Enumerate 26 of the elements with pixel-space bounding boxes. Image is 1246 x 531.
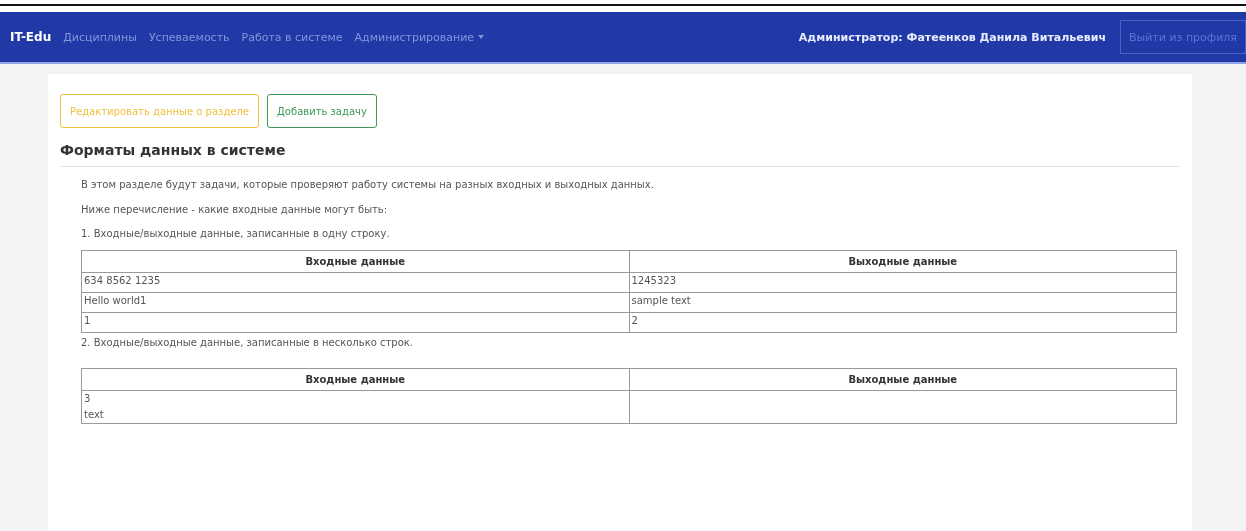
- table-cell: Hello world1: [81, 292, 629, 313]
- edit-section-button[interactable]: Редактировать данные о разделе: [60, 94, 260, 128]
- section-title: Форматы данных в системе: [60, 142, 1180, 167]
- example-caption: 2. Входные/выходные данные, записанные в несколько строк.: [81, 337, 414, 348]
- table-cell: 2: [629, 312, 1177, 333]
- caret-icon: [478, 35, 485, 39]
- add-task-button[interactable]: Добавить задачу: [267, 94, 377, 128]
- user-name: Администратор: Фатеенков Данила Витальевич: [798, 30, 1106, 44]
- table-cell: 1245323: [629, 272, 1177, 293]
- nav-link[interactable]: Дисциплины: [63, 30, 137, 44]
- paragraph: В этом разделе будут задачи, которые проверяют работу системы на разных входных и выходных данных.: [81, 178, 655, 192]
- brand-link[interactable]: IT-Edu: [10, 30, 52, 44]
- column-header: Выходные данные: [629, 250, 1177, 273]
- table-cell: sample text: [629, 292, 1177, 313]
- nav-link[interactable]: Успеваемость: [148, 30, 230, 44]
- example-caption: 1. Входные/выходные данные, записанные в одну строку.: [81, 228, 391, 239]
- nav-dropdown[interactable]: Администрирование: [354, 30, 485, 44]
- column-header: Выходные данные: [629, 368, 1177, 391]
- column-header: Входные данные: [81, 250, 629, 273]
- logout-button[interactable]: Выйти из профиля: [1119, 20, 1246, 54]
- table-cell: 634 8562 1235: [81, 272, 629, 293]
- column-header: Входные данные: [81, 368, 629, 391]
- paragraph: Ниже перечисление - какие входные данные могут быть:: [81, 203, 389, 217]
- nav-link[interactable]: Работа в системе: [241, 30, 343, 44]
- table-cell: 1: [81, 312, 629, 333]
- table-cell: 3 text: [81, 390, 629, 424]
